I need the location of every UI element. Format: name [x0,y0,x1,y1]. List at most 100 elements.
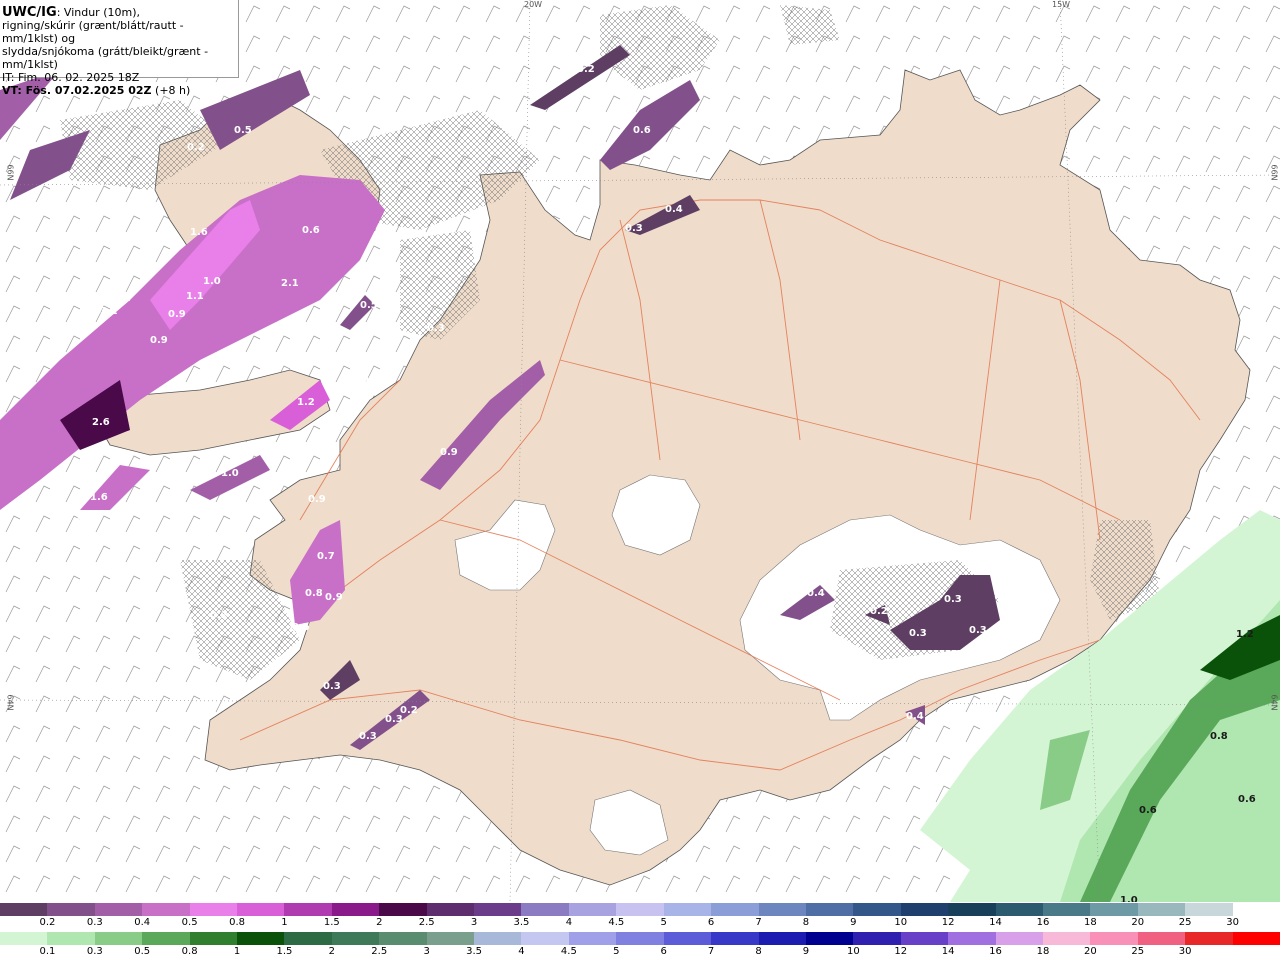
init-time: IT: Fim. 06. 02. 2025 18Z [2,71,140,84]
info-line-2: rigning/skúrir (grænt/blátt/rautt - mm/1… [2,19,184,45]
snow-swatch [237,903,285,916]
snow-swatch [521,903,569,916]
rain-scale-label: 0.1 [39,946,56,957]
rain-scale-label: 16 [989,946,1002,957]
snow-scale-label: 0.2 [39,917,56,928]
snow-swatch [805,903,854,916]
snow-swatch [47,903,95,916]
snow-value-label: 0.3 [427,323,445,334]
rain-swatch [948,932,996,945]
snow-swatch [758,903,806,916]
snow-value-label: 3.2 [100,306,118,317]
snow-swatch [663,903,712,916]
rain-swatch [1090,932,1138,945]
snow-value-label: 0.5 [234,125,252,136]
rain-scale-label: 7 [707,946,715,957]
snow-value-label: 0.3 [65,514,83,525]
rain-swatch [0,932,48,945]
rain-scale-label: 4 [518,946,525,957]
rain-value-label: 0.6 [1139,805,1157,816]
snow-value-label: 0.5 [360,300,378,311]
snow-value-label: 0.4 [906,711,924,722]
snow-value-label: 0.3 [290,623,308,634]
rain-swatch [474,932,522,945]
snow-swatch [1232,903,1280,916]
snow-value-label: 0.3 [969,625,987,636]
lon-label-20w: 20W [524,0,543,9]
snow-swatch [1137,903,1186,916]
snow-value-label: 0.9 [325,592,343,603]
snow-swatch [284,903,332,916]
snow-value-label: 0.3 [359,731,377,742]
snow-swatch [142,903,190,916]
snow-value-label: 0.4 [807,588,825,599]
snow-scale-label: 18 [1083,917,1097,928]
snow-value-label: 1.0 [221,468,239,479]
rain-scale-labels: 0.1 0.3 0.5 0.8 1 1.5 2 2.5 3 3.5 4 4.5 5 6 7 8 9 10 12 14 1… [0,946,1280,960]
snow-swatch [853,903,901,916]
rain-scale-label: 14 [941,946,955,957]
rain-value-label: 0.8 [1210,731,1228,742]
snow-value-label: 1.6 [90,492,108,503]
snow-swatch [995,903,1043,916]
snow-value-label: 1.1 [186,291,204,302]
snow-swatch [0,903,48,916]
rain-swatch [379,932,427,945]
snow-value-label: 0.2 [870,606,888,617]
snow-value-label: 0.3 [323,681,341,692]
snow-swatch [900,903,949,916]
snow-swatch [1185,903,1233,916]
lat-label-64n-left: 64N [5,694,15,711]
info-line-3: slydda/snjókoma (grátt/bleikt/grænt - mm… [2,45,209,71]
snow-value-label: 0.6 [633,125,651,136]
rain-scale-label: 25 [1131,946,1145,957]
rain-color-scale [0,932,1280,945]
lon-label-15w: 15W [1052,0,1071,9]
rain-swatch [284,932,332,945]
snow-value-label: 1.2 [297,397,315,408]
snow-value-label: 0.9 [308,494,326,505]
snow-value-label: 0.8 [305,588,323,599]
rain-scale-label: 6 [660,946,667,957]
rain-scale-label: 20 [1083,946,1097,957]
rain-swatch [995,932,1043,945]
rain-scale-label: 2.5 [371,946,388,957]
snow-scale-label: 9 [850,917,857,928]
snow-value-label: 0.3 [165,507,183,518]
rain-swatch [758,932,806,945]
snow-scale-label: 0.8 [229,917,245,928]
rain-scale-label: 0.8 [181,946,198,957]
snow-value-label: 1.6 [190,227,208,238]
snow-value-label: 0.3 [909,628,927,639]
snow-color-scale [0,903,1280,916]
snow-value-label: 2.6 [92,417,110,428]
snow-scale-label: 30 [1226,917,1239,928]
snow-value-label: 1.0 [203,276,221,287]
snow-scale-label: 10 [894,917,908,928]
rain-swatch [189,932,238,945]
rain-scale-label: 0.5 [134,946,151,957]
snow-swatch [189,903,238,916]
snow-value-label: 0.2 [400,705,418,716]
forecast-hour: (+8 h) [151,84,191,97]
info-box: UWC/IG: Vindur (10m), rigning/skúrir (gr… [0,0,239,97]
rain-value-label: 1.2 [1236,629,1254,640]
rain-scale-label: 8 [755,946,762,957]
snow-swatch [711,903,759,916]
rain-scale-label: 18 [1036,946,1050,957]
rain-scale-label: 0.3 [86,946,103,957]
snow-value-label: 0.9 [168,309,186,320]
snow-swatch [616,903,664,916]
rain-scale-label: 1 [233,946,241,957]
rain-swatch [426,932,475,945]
snow-swatch [94,903,143,916]
snow-value-label: 0.2 [210,610,228,621]
rain-scale-label: 10 [846,946,860,957]
snow-value-label: 0.3 [625,223,643,234]
snow-scale-label: 0.3 [86,917,103,928]
snow-scale-label: 8 [802,917,810,928]
snow-scale-label: 25 [1178,917,1192,928]
info-line-1: : Vindur (10m), [56,6,140,19]
rain-value-label: 0.6 [1238,794,1256,805]
snow-value-label: 0.5 [362,375,380,386]
